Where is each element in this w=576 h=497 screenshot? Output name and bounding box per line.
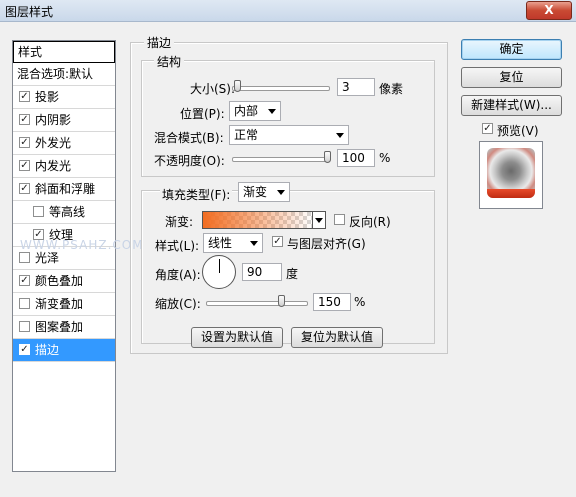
angle-dial[interactable]: [202, 255, 236, 289]
scale-unit: %: [354, 295, 366, 309]
style-item-label: 外发光: [35, 136, 72, 150]
dialog-body: 样式 混合选项:默认 ✓ 投影 ✓ 内阴影 ✓ 外发光 ✓ 内发光 ✓ 斜面和浮雕 等高线 ✓ 纹理 光泽 ✓…: [0, 22, 576, 497]
preview-checkbox[interactable]: ✓: [482, 123, 493, 134]
align-with-layer-label[interactable]: 与图层对齐(G): [287, 235, 366, 252]
size-unit: 像素: [379, 82, 404, 96]
angle-input[interactable]: 90: [242, 263, 282, 281]
position-label: 位置(P):: [180, 107, 225, 121]
opacity-unit: %: [379, 151, 391, 165]
scale-label: 缩放(C):: [155, 297, 201, 311]
style-item-label: 混合选项:默认: [17, 67, 94, 81]
opacity-slider[interactable]: [232, 157, 330, 162]
chevron-down-icon: [277, 190, 285, 195]
style-item[interactable]: ✓ 外发光: [13, 132, 115, 155]
style-item-checkbox[interactable]: ✓: [19, 114, 30, 125]
size-label: 大小(S):: [190, 82, 236, 96]
style-item-label: 等高线: [49, 205, 86, 219]
chevron-down-icon: [336, 133, 344, 138]
blend-mode-select-value: 正常: [234, 128, 259, 142]
style-item-label: 图案叠加: [35, 320, 84, 334]
preview-label[interactable]: 预览(V): [497, 122, 539, 139]
gradient-style-label: 样式(L):: [155, 239, 200, 253]
style-item-checkbox[interactable]: [19, 321, 30, 332]
style-item[interactable]: ✓ 投影: [13, 86, 115, 109]
opacity-slider-thumb[interactable]: [324, 151, 331, 163]
style-item-label: 光泽: [35, 251, 60, 265]
structure-group-title: 结构: [154, 53, 185, 70]
gradient-picker[interactable]: [202, 211, 326, 229]
fill-type-label: 填充类型(F):: [160, 186, 233, 203]
close-button[interactable]: X: [526, 1, 572, 20]
blend-mode-label: 混合模式(B):: [154, 131, 224, 145]
style-item-checkbox[interactable]: ✓: [19, 137, 30, 148]
window-title: 图层样式: [5, 5, 54, 19]
gradient-dropdown-button[interactable]: [312, 212, 325, 228]
chevron-down-icon: [268, 109, 276, 114]
gradient-preview[interactable]: [203, 212, 313, 228]
style-item[interactable]: 等高线: [13, 201, 115, 224]
reset-default-button[interactable]: 复位为默认值: [291, 327, 383, 348]
ok-button[interactable]: 确定: [461, 39, 562, 60]
style-item[interactable]: ✓ 内阴影: [13, 109, 115, 132]
style-item-checkbox[interactable]: ✓: [19, 344, 30, 355]
title-bar: 图层样式 X: [0, 0, 576, 22]
gradient-style-select[interactable]: 线性: [203, 233, 263, 253]
style-item[interactable]: ✓ 颜色叠加: [13, 270, 115, 293]
styles-list-header[interactable]: 样式: [13, 41, 115, 63]
style-item-label: 斜面和浮雕: [35, 182, 96, 196]
style-item-label: 内阴影: [35, 113, 72, 127]
scale-input[interactable]: 150: [313, 293, 351, 311]
style-item-label: 描边: [35, 343, 60, 357]
styles-list-items: 混合选项:默认 ✓ 投影 ✓ 内阴影 ✓ 外发光 ✓ 内发光 ✓ 斜面和浮雕 等高线 ✓ 纹理 光泽 ✓ 颜色叠…: [13, 63, 115, 362]
style-item[interactable]: 渐变叠加: [13, 293, 115, 316]
opacity-label: 不透明度(O):: [154, 154, 225, 168]
new-style-button[interactable]: 新建样式(W)...: [461, 95, 562, 116]
size-slider[interactable]: [232, 86, 330, 91]
chevron-down-icon: [250, 241, 258, 246]
style-preview-swatch: [487, 148, 535, 198]
angle-unit: 度: [286, 267, 299, 281]
style-item[interactable]: ✓ 斜面和浮雕: [13, 178, 115, 201]
style-item-checkbox[interactable]: [33, 206, 44, 217]
style-item-checkbox[interactable]: ✓: [19, 91, 30, 102]
fill-type-select[interactable]: 渐变: [238, 182, 290, 202]
blend-mode-select[interactable]: 正常: [229, 125, 349, 145]
style-item-checkbox[interactable]: [19, 252, 30, 263]
position-select-value: 内部: [234, 104, 259, 118]
style-item-label: 内发光: [35, 159, 72, 173]
styles-list: 样式 混合选项:默认 ✓ 投影 ✓ 内阴影 ✓ 外发光 ✓ 内发光 ✓ 斜面和浮雕 等高线 ✓ 纹理 光泽 ✓…: [12, 40, 116, 472]
style-item[interactable]: 图案叠加: [13, 316, 115, 339]
reverse-label[interactable]: 反向(R): [349, 213, 391, 230]
style-item-checkbox[interactable]: ✓: [19, 275, 30, 286]
watermark: WWW.PSAHZ.COM: [20, 238, 144, 252]
scale-slider[interactable]: [206, 301, 308, 306]
style-item-label: 颜色叠加: [35, 274, 84, 288]
align-with-layer-checkbox[interactable]: ✓: [272, 236, 283, 247]
stroke-group-title: 描边: [144, 34, 175, 51]
style-item[interactable]: 混合选项:默认: [13, 63, 115, 86]
style-item-checkbox[interactable]: ✓: [19, 183, 30, 194]
style-item-label: 渐变叠加: [35, 297, 84, 311]
style-preview-thumbnail: [479, 141, 543, 209]
opacity-input[interactable]: 100: [337, 149, 375, 167]
set-default-button[interactable]: 设置为默认值: [191, 327, 283, 348]
angle-label: 角度(A):: [155, 268, 201, 282]
gradient-style-select-value: 线性: [208, 236, 233, 250]
scale-slider-thumb[interactable]: [278, 295, 285, 307]
size-input[interactable]: 3: [337, 78, 375, 96]
angle-needle-icon: [219, 259, 220, 273]
position-select[interactable]: 内部: [229, 101, 281, 121]
style-item[interactable]: ✓ 内发光: [13, 155, 115, 178]
reverse-checkbox[interactable]: [334, 214, 345, 225]
style-item-checkbox[interactable]: [19, 298, 30, 309]
gradient-label: 渐变:: [165, 215, 194, 229]
style-item-label: 投影: [35, 90, 60, 104]
fill-type-select-value: 渐变: [243, 185, 268, 199]
size-slider-thumb[interactable]: [233, 80, 241, 92]
reset-button[interactable]: 复位: [461, 67, 562, 88]
style-item-checkbox[interactable]: ✓: [19, 160, 30, 171]
style-item[interactable]: ✓ 描边: [13, 339, 115, 362]
